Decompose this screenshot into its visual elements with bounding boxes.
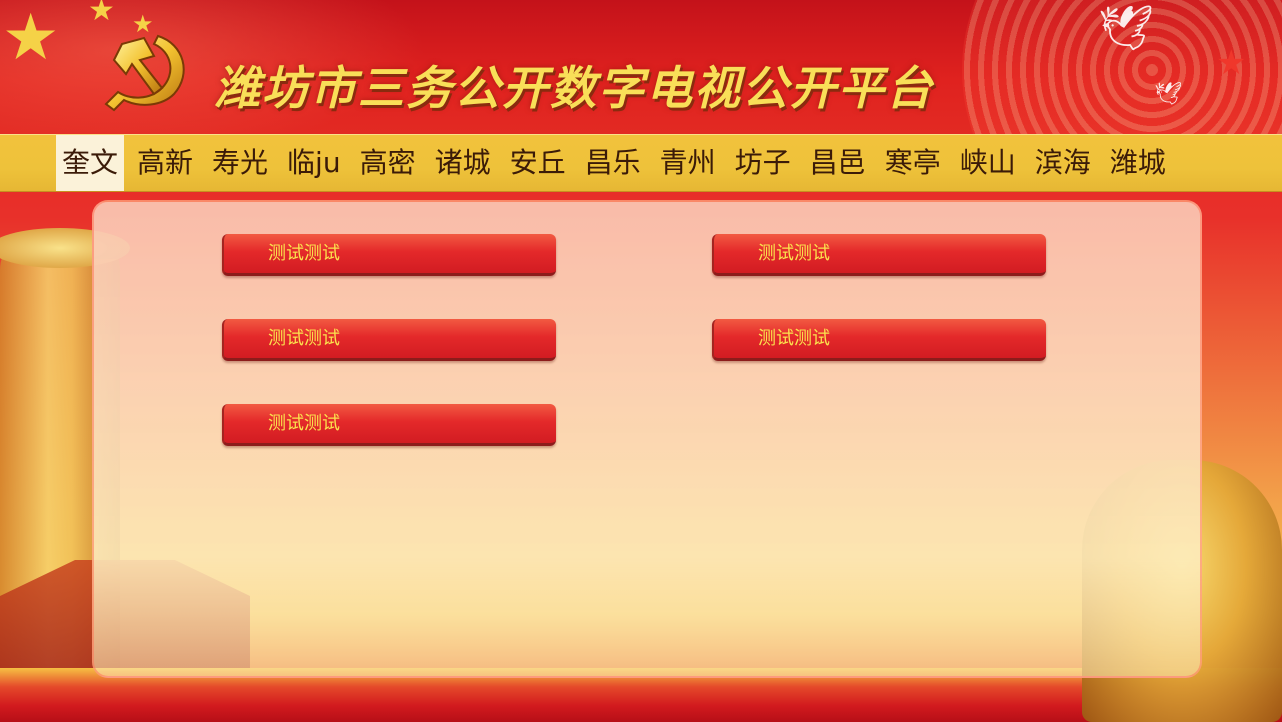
header-banner: ★ ★ ★ ★ 🕊 🕊 潍坊市三务公开数字电视公开平台: [0, 0, 1282, 134]
content-panel: 测试测试 测试测试 测试测试 测试测试 测试测试: [92, 200, 1202, 678]
menu-button-label: 测试测试: [268, 413, 340, 434]
district-tab[interactable]: 寒亭: [879, 135, 947, 191]
menu-button-label: 测试测试: [758, 243, 830, 264]
district-tab[interactable]: 高新: [131, 135, 199, 191]
app-screen: ★ ★ ★ ★ 🕊 🕊 潍坊市三务公开数字电视公开平台 奎文 高新 寿光 临ju: [0, 0, 1282, 722]
district-tab[interactable]: 潍城: [1104, 135, 1172, 191]
star-icon: ★: [1216, 43, 1247, 83]
menu-button-label: 测试测试: [268, 243, 340, 264]
page-title: 潍坊市三务公开数字电视公开平台: [214, 61, 934, 115]
dove-icon: 🕊: [1154, 82, 1182, 107]
district-tab-list: 奎文 高新 寿光 临ju 高密 诸城 安丘 昌乐 青州 坊子 昌邑 寒亭 峡山 …: [56, 135, 1179, 191]
district-tab[interactable]: 峡山: [954, 135, 1022, 191]
star-icon: ★: [88, 0, 115, 28]
district-tab[interactable]: 奎文: [56, 135, 125, 191]
district-tab[interactable]: 高密: [354, 135, 422, 191]
dove-icon: 🕊: [1098, 3, 1154, 54]
party-emblem-icon: [104, 34, 185, 112]
menu-button-label: 测试测试: [268, 328, 340, 349]
district-tab[interactable]: 安丘: [504, 135, 572, 191]
menu-button[interactable]: 测试测试: [222, 319, 556, 361]
district-tab[interactable]: 昌邑: [804, 135, 872, 191]
menu-button[interactable]: 测试测试: [712, 234, 1046, 276]
district-tab[interactable]: 寿光: [206, 135, 274, 191]
district-nav-bar: 奎文 高新 寿光 临ju 高密 诸城 安丘 昌乐 青州 坊子 昌邑 寒亭 峡山 …: [0, 134, 1282, 192]
menu-button[interactable]: 测试测试: [222, 404, 556, 446]
menu-button-label: 测试测试: [758, 328, 830, 349]
district-tab[interactable]: 青州: [654, 135, 722, 191]
district-tab[interactable]: 坊子: [729, 135, 797, 191]
menu-button[interactable]: 测试测试: [712, 319, 1046, 361]
menu-button[interactable]: 测试测试: [222, 234, 556, 276]
district-tab[interactable]: 昌乐: [579, 135, 647, 191]
district-tab[interactable]: 滨海: [1029, 135, 1097, 191]
district-tab[interactable]: 临ju: [281, 135, 347, 191]
star-icon: ★: [2, 1, 60, 75]
district-tab[interactable]: 诸城: [429, 135, 497, 191]
